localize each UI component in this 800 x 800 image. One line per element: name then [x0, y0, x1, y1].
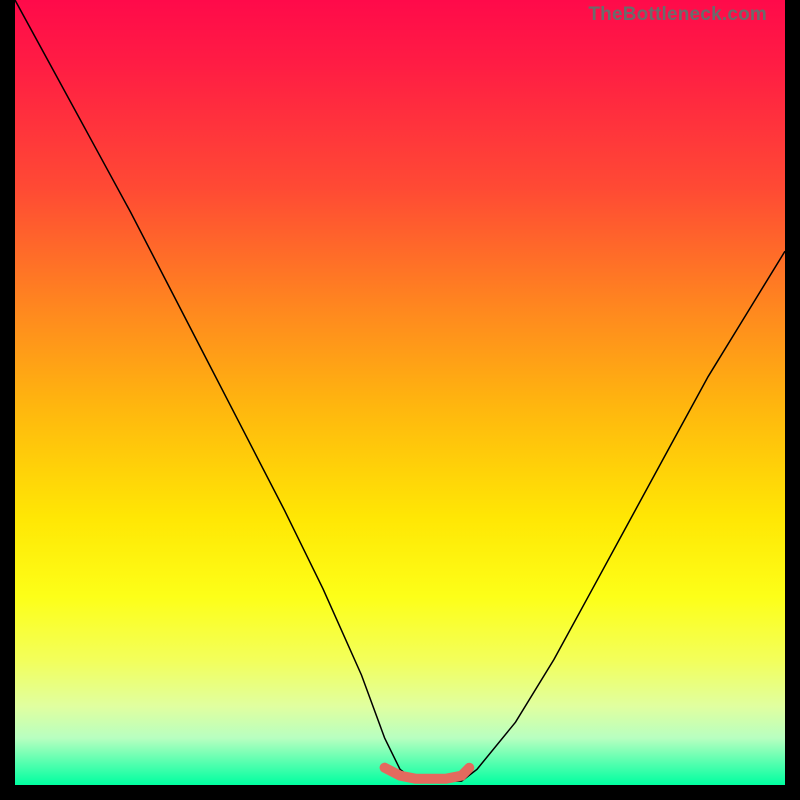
chart-svg [15, 0, 785, 785]
bottleneck-curve [15, 0, 785, 781]
flat-region-highlight [385, 768, 470, 779]
plot-area: TheBottleneck.com [15, 0, 785, 785]
chart-root: TheBottleneck.com [0, 0, 800, 800]
